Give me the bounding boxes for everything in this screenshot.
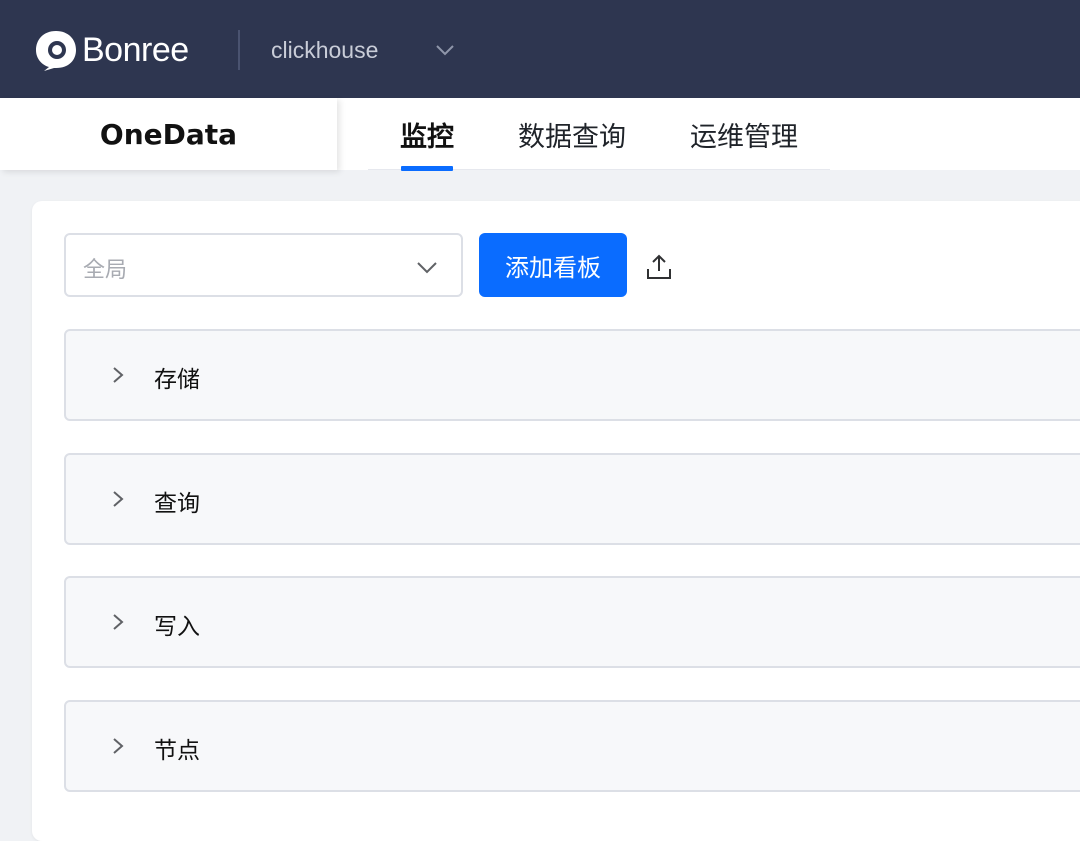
tab-monitor[interactable]: 监控: [368, 98, 486, 171]
chevron-right-icon: [110, 611, 126, 633]
add-board-button[interactable]: 添加看板: [479, 233, 627, 297]
upload-icon[interactable]: [645, 253, 673, 281]
collapse-panel-storage[interactable]: 存储: [64, 329, 1080, 421]
header-divider: [238, 30, 240, 70]
sub-header: OneData 监控 数据查询 运维管理: [0, 98, 1080, 171]
chevron-right-icon: [110, 735, 126, 757]
scope-select-value: 全局: [83, 258, 128, 283]
panel-title: 写入: [154, 614, 200, 640]
scope-select[interactable]: 全局: [64, 233, 463, 297]
chevron-down-icon: [415, 257, 439, 277]
panel-title: 查询: [154, 491, 200, 517]
product-name: OneData: [99, 117, 238, 151]
top-header: Bonree clickhouse: [0, 0, 1080, 98]
cluster-select[interactable]: clickhouse: [271, 30, 378, 70]
chevron-right-icon: [110, 488, 126, 510]
tab-data-query[interactable]: 数据查询: [486, 98, 658, 170]
chevron-right-icon: [110, 364, 126, 386]
panel-title: 节点: [154, 738, 200, 764]
collapse-panel-query[interactable]: 查询: [64, 453, 1080, 545]
panel-title: 存储: [154, 367, 200, 393]
main-content-card: 全局 添加看板 存储 查询 写入 节点: [32, 201, 1080, 841]
tab-ops-management[interactable]: 运维管理: [658, 98, 830, 170]
collapse-panel-node[interactable]: 节点: [64, 700, 1080, 792]
main-tabs: 监控 数据查询 运维管理: [368, 98, 830, 171]
bonree-logo-icon: [32, 27, 80, 73]
brand-logo[interactable]: Bonree: [32, 26, 189, 74]
product-brand: OneData: [0, 98, 337, 170]
collapse-panel-write[interactable]: 写入: [64, 576, 1080, 668]
logo-wordmark: Bonree: [82, 30, 189, 69]
chevron-down-icon[interactable]: [434, 40, 456, 60]
